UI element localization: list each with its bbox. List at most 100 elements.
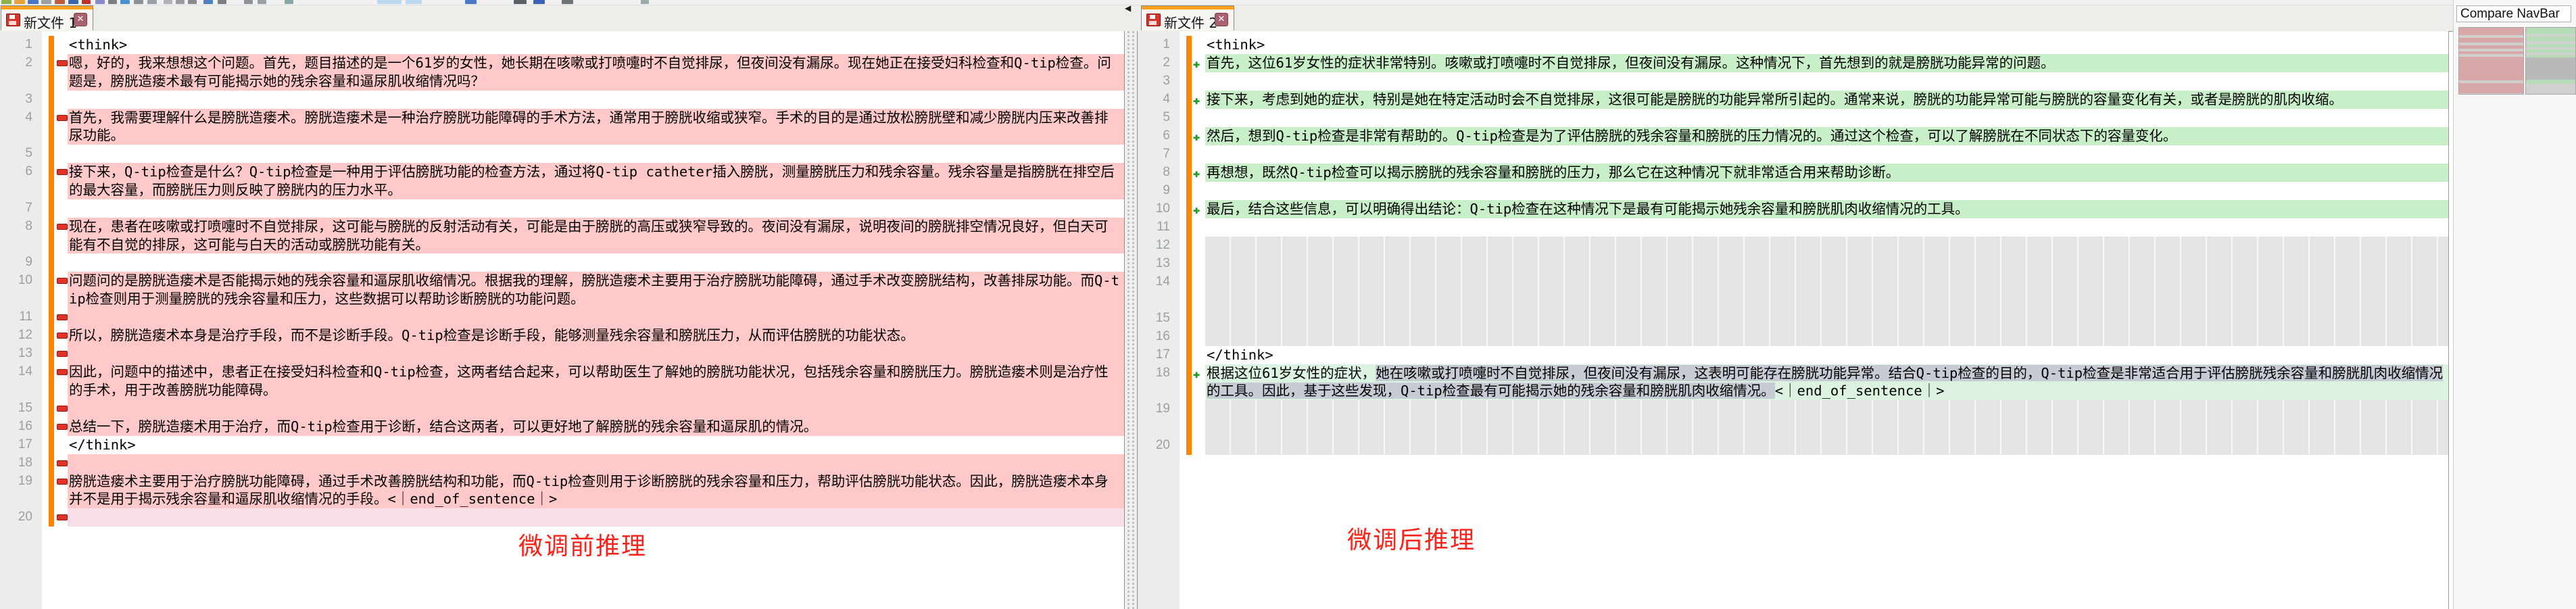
code-line[interactable]: 17 </think> [0, 435, 1124, 454]
tab-file-2[interactable]: 新文件 2 ✕ [1141, 5, 1234, 31]
line-text[interactable]: </think> [1205, 346, 2448, 364]
code-line[interactable]: 20 [1138, 436, 2448, 455]
line-text[interactable] [1205, 145, 2448, 164]
code-line[interactable]: 8 ✚ 再想想，既然Q-tip检查可以揭示膀胱的残余容量和膀胱的压力，那么它在这种情… [1138, 164, 2448, 182]
code-line[interactable]: 20 [0, 508, 1124, 527]
line-text[interactable]: 嗯，好的，我来想想这个问题。首先，题目描述的是一个61岁的女性，她长期在咳嗽或打… [68, 54, 1124, 91]
toolbar-icon-fragment[interactable] [147, 0, 157, 4]
toolbar-icon-fragment[interactable] [108, 0, 117, 4]
code-line[interactable]: 3 [1138, 72, 2448, 91]
toolbar-icon-fragment[interactable] [562, 0, 573, 4]
line-text[interactable]: 接下来，考虑到她的症状，特别是她在特定活动时会不自觉排尿，这很可能是膀胱的功能异… [1205, 91, 2448, 109]
line-text[interactable]: 再想想，既然Q-tip检查可以揭示膀胱的残余容量和膀胱的压力，那么它在这种情况下… [1205, 164, 2448, 182]
editor-pane-old[interactable]: 1 <think> 2 嗯，好的，我来想想这个问题。首先，题目描述的是一个61岁的女性… [0, 31, 1124, 609]
toolbar-icon-fragment[interactable] [134, 0, 143, 4]
code-line[interactable]: 4 首先，我需要理解什么是膀胱造瘘术。膀胱造瘘术是一种治疗膀胱功能障碍的手术方法，… [0, 108, 1124, 145]
code-line[interactable]: 13 [1138, 255, 2448, 273]
tab-file-1[interactable]: 新文件 1 ✕ [1, 5, 93, 31]
code-line[interactable]: 9 [0, 253, 1124, 272]
line-text[interactable] [1205, 237, 2448, 255]
code-line[interactable]: 16 总结一下，膀胱造瘘术用于治疗，而Q-tip检查用于诊断，结合这两者，可以更好… [0, 417, 1124, 436]
toolbar-icon-fragment[interactable] [258, 0, 266, 4]
code-line[interactable]: 18 [0, 454, 1124, 472]
code-line[interactable]: 4 ✚ 接下来，考虑到她的症状，特别是她在特定活动时会不自觉排尿，这很可能是膀胱的功… [1138, 91, 2448, 109]
code-line[interactable]: 7 [1138, 145, 2448, 164]
line-text[interactable] [68, 454, 1124, 472]
line-text[interactable] [68, 145, 1124, 163]
code-line[interactable]: 19 膀胱造瘘术主要用于治疗膀胱功能障碍，通过手术改善膀胱结构和功能，而Q-tip… [0, 472, 1124, 509]
line-text[interactable]: <think> [68, 36, 1124, 54]
line-text[interactable]: 总结一下，膀胱造瘘术用于治疗，而Q-tip检查用于诊断，结合这两者，可以更好地了… [68, 417, 1124, 436]
pane-splitter[interactable] [1124, 31, 1138, 609]
code-line[interactable]: 1 <think> [1138, 36, 2448, 54]
code-line[interactable]: 15 [1138, 309, 2448, 328]
code-line[interactable]: 1 <think> [0, 36, 1124, 54]
line-text[interactable]: 接下来，Q-tip检查是什么？Q-tip检查是一种用于评估膀胱功能的检查方法，通… [68, 163, 1124, 199]
line-text[interactable] [1205, 109, 2448, 127]
line-text[interactable] [1205, 400, 2448, 437]
line-text[interactable]: <think> [1205, 36, 2448, 54]
line-text[interactable]: 然后，想到Q-tip检查是非常有帮助的。Q-tip检查是为了评估膀胱的残余容量和… [1205, 127, 2448, 145]
line-text[interactable] [68, 344, 1124, 363]
toolbar-icon-fragment[interactable] [406, 0, 422, 4]
toolbar-icon-fragment[interactable] [55, 0, 65, 4]
toolbar-icon-fragment[interactable] [218, 0, 226, 4]
toolbar-icon-fragment[interactable] [285, 0, 293, 4]
minimap-old-file[interactable] [2458, 27, 2524, 95]
line-text[interactable] [68, 508, 1124, 527]
line-text[interactable] [1205, 273, 2448, 310]
toolbar-icon-fragment[interactable] [41, 0, 51, 4]
scroll-left-icon[interactable]: ◀ [1125, 3, 1131, 13]
code-line[interactable]: 6 接下来，Q-tip检查是什么？Q-tip检查是一种用于评估膀胱功能的检查方法，… [0, 163, 1124, 199]
line-text[interactable] [1205, 436, 2448, 455]
line-text[interactable] [68, 308, 1124, 326]
code-line[interactable]: 11 [1138, 218, 2448, 237]
code-line[interactable]: 11 [0, 308, 1124, 326]
line-text[interactable]: 现在，患者在咳嗽或打喷嚏时不自觉排尿，这可能与膀胱的反射活动有关，可能是由于膀胱… [68, 217, 1124, 254]
line-text[interactable] [1205, 218, 2448, 237]
code-line[interactable]: 5 [1138, 109, 2448, 127]
code-line[interactable]: 2 ✚ 首先，这位61岁女性的症状非常特别。咳嗽或打喷嚏时不自觉排尿，但夜间没有漏尿… [1138, 54, 2448, 72]
close-tab-icon[interactable]: ✕ [1215, 13, 1228, 26]
editor-pane-new[interactable]: 1 <think> 2 ✚ 首先，这位61岁女性的症状非常特别。咳嗽或打喷嚏时不自觉排尿… [1138, 31, 2449, 609]
toolbar-icon-fragment[interactable] [95, 0, 105, 4]
line-text[interactable]: 问题问的是膀胱造瘘术是否能揭示她的残余容量和逼尿肌收缩情况。根据我的理解，膀胱造… [68, 272, 1124, 308]
toolbar-icon-fragment[interactable] [28, 0, 39, 4]
toolbar-icon-fragment[interactable] [82, 0, 91, 4]
code-line[interactable]: 8 现在，患者在咳嗽或打喷嚏时不自觉排尿，这可能与膀胱的反射活动有关，可能是由于膀… [0, 217, 1124, 254]
code-line[interactable]: 14 因此，问题中的描述中，患者正在接受妇科检查和Q-tip检查，这两者结合起来，… [0, 362, 1124, 399]
toolbar-icon-fragment[interactable] [120, 0, 130, 4]
toolbar-icon-fragment[interactable] [244, 0, 253, 4]
toolbar-icon-fragment[interactable] [14, 0, 25, 4]
code-line[interactable]: 3 [0, 90, 1124, 109]
line-text[interactable] [1205, 309, 2448, 328]
line-text[interactable]: 首先，我需要理解什么是膀胱造瘘术。膀胱造瘘术是一种治疗膀胱功能障碍的手术方法，通… [68, 108, 1124, 145]
code-line[interactable]: 16 [1138, 327, 2448, 346]
toolbar-icon-fragment[interactable] [203, 0, 213, 4]
line-text[interactable] [68, 253, 1124, 272]
close-tab-icon[interactable]: ✕ [74, 13, 87, 26]
code-line[interactable]: 17 </think> [1138, 345, 2448, 364]
code-line[interactable]: 15 [0, 399, 1124, 418]
line-text[interactable] [1205, 72, 2448, 91]
code-line[interactable]: 14 [1138, 273, 2448, 310]
toolbar-icon-fragment[interactable] [514, 0, 527, 4]
minimap-new-file[interactable] [2525, 27, 2576, 95]
code-line[interactable]: 10 ✚ 最后，结合这些信息，可以明确得出结论：Q-tip检查在这种情况下是最有可能… [1138, 200, 2448, 218]
code-line[interactable]: 7 [0, 199, 1124, 218]
toolbar-icon-fragment[interactable] [465, 0, 477, 4]
toolbar-icon-fragment[interactable] [377, 0, 402, 4]
toolbar-icon-fragment[interactable] [641, 0, 649, 4]
toolbar-icon-fragment[interactable] [1, 0, 11, 4]
line-text[interactable] [1205, 255, 2448, 273]
line-text[interactable]: 所以，膀胱造瘘术本身是治疗手段，而不是诊断手段。Q-tip检查是诊断手段，能够测… [68, 326, 1124, 345]
line-text[interactable]: 膀胱造瘘术主要用于治疗膀胱功能障碍，通过手术改善膀胱结构和功能，而Q-tip检查… [68, 472, 1124, 509]
code-line[interactable]: 18 ✚ 根据这位61岁女性的症状，她在咳嗽或打喷嚏时不自觉排尿，但夜间没有漏尿，这… [1138, 364, 2448, 401]
code-line[interactable]: 9 [1138, 182, 2448, 200]
line-text[interactable]: 最后，结合这些信息，可以明确得出结论：Q-tip检查在这种情况下是最有可能揭示她… [1205, 200, 2448, 218]
line-text[interactable] [68, 199, 1124, 218]
code-line[interactable]: 6 ✚ 然后，想到Q-tip检查是非常有帮助的。Q-tip检查是为了评估膀胱的残余容… [1138, 127, 2448, 145]
line-text[interactable] [1205, 182, 2448, 200]
line-text[interactable]: </think> [68, 436, 1124, 454]
toolbar-icon-fragment[interactable] [533, 0, 545, 4]
